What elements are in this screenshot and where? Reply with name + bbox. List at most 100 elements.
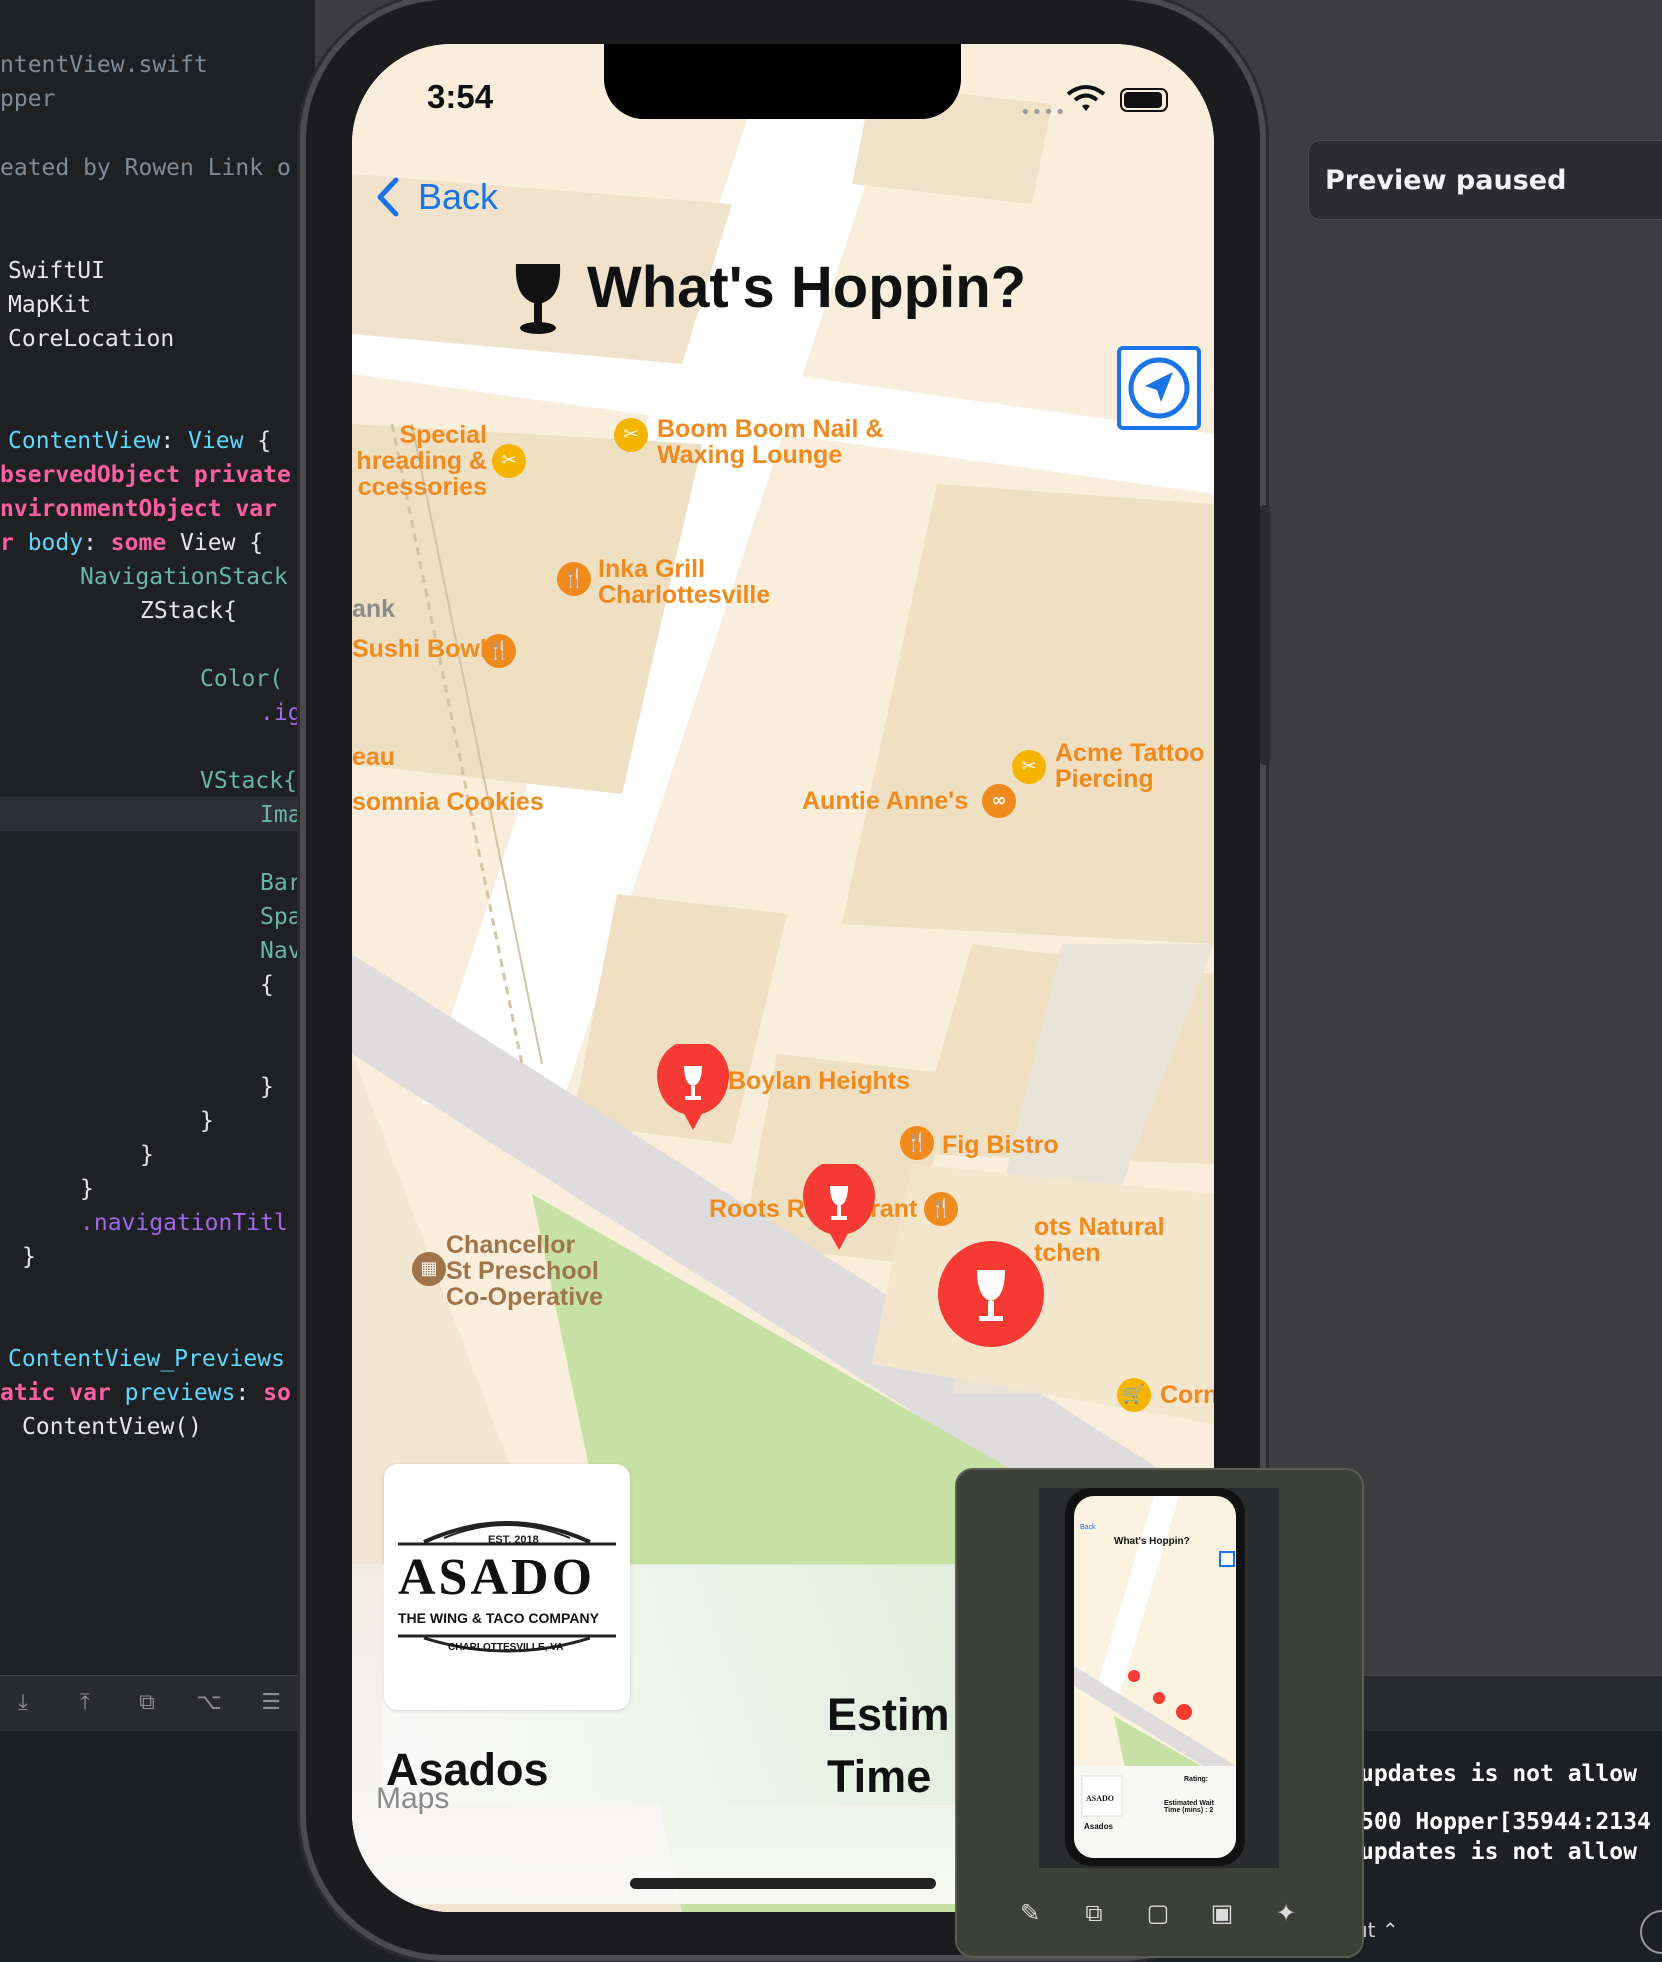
cube-icon[interactable]: ⧉ — [134, 1690, 160, 1716]
code-token: } — [80, 1176, 94, 1202]
page-title: What's Hoppin? — [587, 255, 1027, 320]
code-token: ContentView — [8, 428, 161, 454]
salon-icon: ✂ — [614, 418, 648, 452]
poi-inka-grill[interactable]: Inka Grill Charlottesville — [598, 556, 770, 608]
signal-icon: •••• — [1020, 102, 1067, 123]
code-line: Bar — [260, 870, 302, 896]
code-line: ContentView() — [22, 1414, 202, 1440]
logo-est: EST. 2018 — [488, 1534, 539, 1546]
logo-name: ASADO — [398, 1549, 596, 1606]
poi-beau[interactable]: eau — [352, 744, 395, 770]
code-token: Color( — [200, 666, 284, 692]
code-token: private — [193, 462, 291, 488]
code-token: ContentView_Previews — [8, 1346, 285, 1372]
wifi-icon — [1066, 84, 1106, 118]
logo-city: CHARLOTTESVILLE, VA — [448, 1642, 564, 1653]
code-line: } — [80, 1176, 94, 1202]
code-token: { — [260, 972, 274, 998]
thumbnail-logo: ASADO — [1086, 1794, 1115, 1803]
poi-boom-boom-nail[interactable]: Boom Boom Nail & Waxing Lounge — [657, 416, 883, 468]
console-line: updates is not allow — [1360, 1761, 1637, 1787]
code-token: atic — [0, 1380, 70, 1406]
download-icon[interactable]: ⤓ — [10, 1690, 36, 1716]
code-token: VStack{ — [200, 768, 297, 794]
location-arrow-icon — [1128, 357, 1190, 419]
code-line: .ig — [260, 700, 302, 726]
code-token: Spa — [260, 904, 302, 930]
code-line: } — [140, 1142, 154, 1168]
code-line: ntentView.swift — [0, 52, 208, 78]
code-line: Spa — [260, 904, 302, 930]
upload-icon[interactable]: ⤒ — [72, 1690, 98, 1716]
toggle-icon[interactable]: ☰ — [258, 1690, 284, 1716]
console-line: updates is not allow — [1360, 1839, 1637, 1865]
code-line: Color( — [200, 666, 283, 692]
wine-glass-icon — [515, 264, 561, 334]
thumbnail-name: Asados — [1084, 1822, 1113, 1831]
restaurant-icon: 🍴 — [924, 1192, 958, 1226]
code-line: ContentView: View { — [8, 428, 271, 454]
pin-icon[interactable]: ✦ — [1271, 1898, 1301, 1928]
locate-me-button[interactable] — [1117, 346, 1201, 430]
logo-tagline: THE WING & TACO COMPANY — [398, 1610, 599, 1626]
restaurant-icon: 🍴 — [557, 562, 591, 596]
console-line: 500 Hopper[35944:2134 — [1360, 1809, 1651, 1835]
copy-icon[interactable]: ⧉ — [1079, 1898, 1109, 1928]
code-token: Bar — [260, 870, 302, 896]
school-icon: ▦ — [412, 1252, 446, 1286]
thumbnail-wait: Estimated Wait Time (mins) : 2 — [1164, 1800, 1214, 1814]
code-token: ntentView.swift — [0, 52, 208, 78]
code-token: .ig — [260, 700, 302, 726]
code-token: previews — [110, 1380, 236, 1406]
branch-icon[interactable]: ⌥ — [196, 1690, 222, 1716]
chevron-left-icon — [377, 177, 399, 217]
crop-icon[interactable]: ▣ — [1207, 1898, 1237, 1928]
code-token: nvironmentObject — [0, 496, 236, 522]
screenshot-thumbnail[interactable]: Back What's Hoppin? ASADO Rating: Estima… — [955, 1468, 1364, 1958]
code-token: Nav — [260, 938, 302, 964]
code-line: bservedObject private — [0, 462, 291, 488]
preview-paused-banner[interactable]: Preview paused — [1308, 140, 1662, 220]
code-line: ZStack{ — [140, 598, 237, 624]
cart-icon: 🛒 — [1117, 1378, 1151, 1412]
device-notch — [604, 44, 961, 119]
maps-attribution[interactable]: Maps — [376, 1782, 449, 1816]
code-token: SwiftUI — [8, 258, 105, 284]
code-line: nvironmentObject var — [0, 496, 277, 522]
salon-icon: ✂ — [1012, 750, 1046, 784]
thumbnail-screen: Back What's Hoppin? ASADO Rating: Estima… — [1074, 1496, 1236, 1858]
poi-boylan-heights[interactable]: Boylan Heights — [728, 1068, 910, 1094]
code-token: .navigationTitl — [80, 1210, 288, 1236]
code-line: { — [260, 972, 274, 998]
thumbnail-toolbar: ✎ ⧉ ▢ ▣ ✦ — [957, 1890, 1362, 1940]
save-icon[interactable]: ▢ — [1143, 1898, 1173, 1928]
poi-acme-tattoo[interactable]: Acme Tattoo Piercing — [1055, 740, 1205, 792]
code-token: body — [27, 530, 84, 556]
poi-roots-natural-kitchen[interactable]: ots Natural tchen — [1034, 1214, 1165, 1266]
code-token: r — [0, 530, 28, 556]
code-token: eated by Rowen Link o — [0, 155, 291, 181]
code-token: } — [140, 1142, 154, 1168]
code-line: pper — [0, 86, 55, 112]
code-editor[interactable]: ntentView.swift pper eated by Rowen Link o… — [0, 0, 315, 1675]
code-line: atic var previews: so — [0, 1380, 291, 1406]
code-token: pper — [0, 86, 56, 112]
code-token: so — [263, 1380, 291, 1406]
poi-corner[interactable]: Corn — [1160, 1382, 1214, 1408]
poi-insomnia-cookies[interactable]: somnia Cookies — [352, 789, 544, 815]
poi-sushi-bowl[interactable]: Sushi Bowl — [352, 636, 487, 662]
code-token: : — [235, 1380, 264, 1406]
estimated-wait-label: Estim Time — [827, 1689, 950, 1802]
code-token: MapKit — [8, 292, 92, 318]
code-token: Ima — [260, 802, 302, 828]
poi-auntie-annes[interactable]: Auntie Anne's — [802, 788, 968, 814]
poi-chancellor-preschool[interactable]: Chancellor St Preschool Co-Operative — [446, 1232, 603, 1310]
pencil-icon[interactable]: ✎ — [1015, 1898, 1045, 1928]
code-token: NavigationStack — [80, 564, 288, 590]
poi-bank[interactable]: ank — [352, 596, 395, 622]
restaurant-icon: 🍴 — [482, 634, 516, 668]
poi-special-threading[interactable]: Special hreading & ccessories — [352, 422, 487, 500]
poi-fig-bistro[interactable]: Fig Bistro — [942, 1132, 1059, 1158]
code-line: Ima — [260, 802, 302, 828]
code-token: ContentView() — [22, 1414, 203, 1440]
